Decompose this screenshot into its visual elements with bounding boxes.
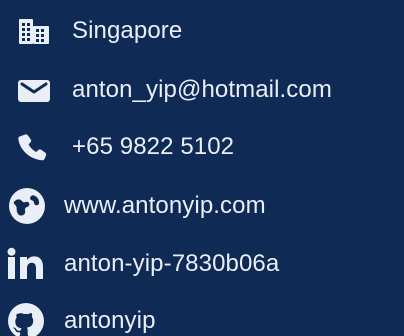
mail-icon [0, 68, 62, 112]
contact-row-website: www.antonyip.com [0, 184, 404, 228]
contact-row-email: anton_yip@hotmail.com [0, 68, 404, 112]
linkedin-icon [0, 242, 62, 286]
contact-row-location: Singapore [0, 9, 404, 53]
globe-icon [0, 184, 62, 228]
phone-icon [0, 125, 62, 169]
contact-card: Singapore anton_yip@hotmail.com +65 9822… [0, 0, 404, 336]
linkedin-link[interactable]: anton-yip-7830b06a [64, 252, 279, 276]
github-icon [0, 299, 62, 336]
github-link[interactable]: antonyip [64, 309, 156, 333]
location-text: Singapore [72, 17, 183, 44]
building-icon [0, 9, 62, 53]
contact-row-github: antonyip [0, 299, 404, 336]
website-link[interactable]: www.antonyip.com [64, 194, 266, 218]
phone-link[interactable]: +65 9822 5102 [72, 135, 234, 159]
contact-row-linkedin: anton-yip-7830b06a [0, 242, 404, 286]
contact-row-phone: +65 9822 5102 [0, 125, 404, 169]
email-link[interactable]: anton_yip@hotmail.com [72, 78, 332, 102]
